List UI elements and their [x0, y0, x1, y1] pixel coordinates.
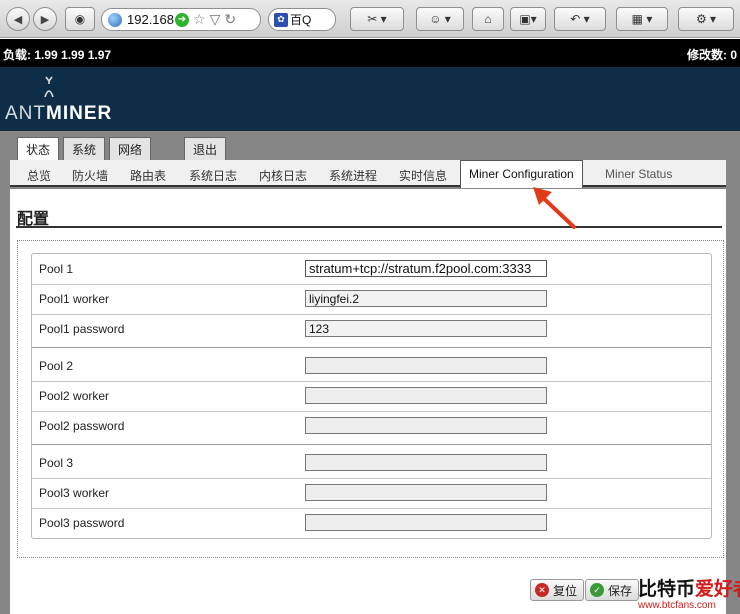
field-label: Pool1 worker [39, 292, 110, 306]
form-row-pool2-worker: Pool2 worker [32, 381, 711, 411]
pool3-url-input[interactable] [305, 454, 547, 471]
antminer-logo-icon [44, 76, 54, 98]
field-label: Pool2 worker [39, 389, 110, 403]
undo-button[interactable]: ↶ ▾ [554, 7, 606, 31]
config-fieldset: Pool 1 Pool1 worker Pool1 password Pool … [17, 240, 724, 558]
subnav-firewall[interactable]: 防火墙 [72, 167, 108, 184]
browser-toolbar: ◀ ▶ ◉ 192.168 ➜ ☆ ▽ ↻ ✿ 百Q ✂ ▾ ☺ ▾ ⌂ ▣▾ … [0, 0, 740, 38]
home-button[interactable]: ⌂ [472, 7, 504, 31]
header: ANTMINER [0, 67, 740, 131]
reload-icon[interactable]: ↻ [224, 11, 236, 28]
subnav-realtime[interactable]: 实时信息 [399, 167, 447, 184]
globe-icon [108, 12, 122, 27]
back-icon: ◀ [13, 13, 23, 26]
status-strip: 负载: 1.99 1.99 1.97 修改数: 0 [0, 39, 740, 67]
undo-icon: ↶ ▾ [570, 12, 590, 26]
form-row-pool1-worker: Pool1 worker [32, 284, 711, 314]
watermark-site: www.btcfans.com [638, 600, 716, 611]
subnav-overview[interactable]: 总览 [27, 167, 51, 184]
watermark-text-a: 比特币 [638, 579, 696, 600]
bookmarks-button[interactable]: ▣▾ [510, 7, 546, 31]
reset-button[interactable]: ✕ 复位 [530, 579, 585, 601]
pool-settings-table: Pool 1 Pool1 worker Pool1 password Pool … [31, 253, 712, 539]
field-label: Pool 3 [39, 456, 74, 470]
group-divider [32, 444, 711, 445]
search-engine-label: 百Q [290, 13, 312, 27]
addon-icon: ☺ ▾ [429, 12, 451, 26]
tools-button[interactable]: ✂ ▾ [350, 7, 404, 31]
field-label: Pool3 password [39, 516, 125, 530]
go-icon[interactable]: ➜ [175, 12, 189, 27]
form-row-pool3: Pool 3 [32, 448, 711, 478]
pool2-url-input[interactable] [305, 357, 547, 374]
watermark: 比特币爱好者 www.btcfans.com [638, 574, 740, 614]
subnav-kernel-log[interactable]: 内核日志 [259, 167, 307, 184]
bookmark-icon: ▣▾ [519, 12, 537, 26]
save-button-label: 保存 [608, 583, 633, 598]
address-text: 192.168 [127, 12, 174, 27]
tab-status[interactable]: 状态 [17, 137, 59, 161]
group-divider [32, 347, 711, 348]
field-label: Pool 1 [39, 262, 74, 276]
form-row-pool1: Pool 1 [32, 254, 711, 284]
forward-icon: ▶ [40, 13, 50, 26]
pool2-password-input[interactable] [305, 417, 547, 434]
field-label: Pool3 worker [39, 486, 110, 500]
field-label: Pool2 password [39, 419, 125, 433]
tab-network[interactable]: 网络 [109, 137, 151, 160]
baidu-icon: ✿ [274, 12, 288, 27]
home-site-button[interactable]: ◉ [65, 7, 95, 31]
reset-button-label: 复位 [553, 583, 578, 598]
field-label: Pool 2 [39, 359, 74, 373]
settings-button[interactable]: ⚙ ▾ [678, 7, 734, 31]
form-row-pool2: Pool 2 [32, 351, 711, 381]
check-icon: ✓ [590, 583, 604, 597]
pool2-worker-input[interactable] [305, 387, 547, 404]
subnav-processes[interactable]: 系统进程 [329, 167, 377, 184]
site-icon: ◉ [74, 12, 86, 26]
pool1-worker-input[interactable] [305, 290, 547, 307]
pool1-url-input[interactable] [305, 260, 547, 277]
apps-button[interactable]: ▦ ▾ [616, 7, 668, 31]
tab-system[interactable]: 系统 [63, 137, 105, 160]
back-button[interactable]: ◀ [6, 7, 30, 31]
address-bar[interactable]: 192.168 ➜ ☆ ▽ ↻ [101, 8, 261, 31]
field-label: Pool1 password [39, 322, 125, 336]
forward-button[interactable]: ▶ [33, 7, 57, 31]
watermark-text-b: 爱好者 [695, 579, 740, 600]
pool3-password-input[interactable] [305, 514, 547, 531]
pool1-password-input[interactable] [305, 320, 547, 337]
form-row-pool3-worker: Pool3 worker [32, 478, 711, 508]
apps-icon: ▦ ▾ [631, 12, 653, 26]
gear-icon: ⚙ ▾ [695, 12, 717, 26]
home-icon: ⌂ [484, 12, 492, 26]
reset-icon: ✕ [535, 583, 549, 597]
form-row-pool3-password: Pool3 password [32, 508, 711, 538]
tab-logout[interactable]: 退出 [184, 137, 226, 160]
logo-text: ANTMINER [5, 103, 113, 124]
search-box[interactable]: ✿ 百Q [268, 8, 336, 31]
sub-navigation: 总览 防火墙 路由表 系统日志 内核日志 系统进程 实时信息 Miner Con… [10, 160, 726, 188]
form-row-pool2-password: Pool2 password [32, 411, 711, 441]
load-average: 负载: 1.99 1.99 1.97 [3, 48, 112, 62]
scissors-icon: ✂ ▾ [367, 12, 387, 26]
save-button[interactable]: ✓ 保存 [585, 579, 640, 601]
subnav-routes[interactable]: 路由表 [130, 167, 166, 184]
dropdown-icon[interactable]: ▽ [210, 11, 221, 28]
modified-count: 修改数: 0 [686, 48, 737, 62]
subnav-miner-status[interactable]: Miner Status [605, 167, 672, 181]
pool3-worker-input[interactable] [305, 484, 547, 501]
annotation-arrow-icon [533, 187, 576, 229]
config-panel: 配置 Pool 1 Pool1 worker Pool1 password Po… [10, 189, 726, 614]
title-divider [16, 226, 722, 228]
bookmark-star-icon[interactable]: ☆ [193, 11, 206, 28]
form-row-pool1-password: Pool1 password [32, 314, 711, 344]
addon-button[interactable]: ☺ ▾ [416, 7, 464, 31]
subnav-system-log[interactable]: 系统日志 [189, 167, 237, 184]
